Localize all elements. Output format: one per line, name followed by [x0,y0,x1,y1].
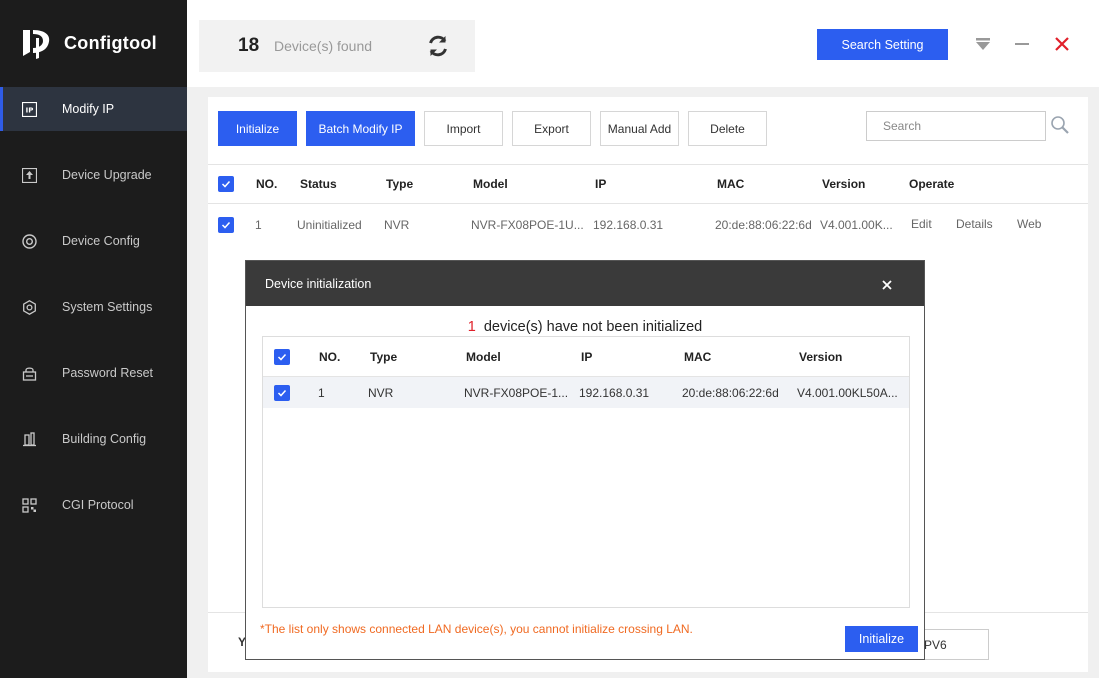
dialog-title: Device initialization [265,277,372,291]
dialog-col-ip: IP [581,349,593,364]
row-ip: 192.168.0.31 [593,218,664,232]
building-icon [21,431,37,447]
col-ip: IP [595,177,607,191]
initialize-button[interactable]: Initialize [218,111,297,146]
sidebar-item-label: Building Config [62,432,147,446]
sidebar-item-device-config[interactable]: Device Config [0,219,187,263]
col-type: Type [386,177,414,191]
table-row[interactable]: 1 Uninitialized NVR NVR-FX08POE-1U... 19… [208,205,1088,245]
col-operate: Operate [909,177,955,191]
upgrade-icon [21,167,37,183]
svg-text:IP: IP [25,106,33,114]
sidebar-item-label: System Settings [62,300,153,314]
devices-found-box: 18 Device(s) found [199,20,475,72]
dialog-lan-note: *The list only shows connected LAN devic… [260,622,693,636]
sidebar-item-device-upgrade[interactable]: Device Upgrade [0,153,187,197]
ipv6-select[interactable]: PV6 [919,629,989,660]
sidebar-item-label: Password Reset [62,366,154,380]
sidebar-item-password-reset[interactable]: Password Reset [0,351,187,395]
config-icon [21,233,37,249]
device-initialization-dialog: Device initialization 1 device(s) have no… [245,260,925,660]
row-mac: 20:de:88:06:22:6d [715,218,812,232]
col-model: Model [473,177,508,191]
app-logo: Configtool [20,26,157,60]
dialog-col-type: Type [370,349,398,364]
dialog-col-model: Model [466,349,501,364]
dialog-header: Device initialization [246,261,924,306]
dialog-row-mac: 20:de:88:06:22:6d [682,385,779,400]
row-model: NVR-FX08POE-1U... [471,218,584,232]
sidebar-item-modify-ip[interactable]: IP Modify IP [0,87,187,131]
web-link[interactable]: Web [1017,204,1041,244]
sidebar-item-label: Device Upgrade [62,168,152,182]
dialog-row-model: NVR-FX08POE-1... [464,385,569,400]
dialog-row-checkbox[interactable] [274,384,290,401]
dropdown-menu-icon[interactable] [973,34,993,54]
dialog-row-ip: 192.168.0.31 [579,385,650,400]
sidebar-item-building-config[interactable]: Building Config [0,417,187,461]
dialog-table-row[interactable]: 1 NVR NVR-FX08POE-1... 192.168.0.31 20:d… [263,377,909,408]
batch-modify-ip-button[interactable]: Batch Modify IP [306,111,415,146]
logo-icon [20,26,54,60]
sidebar: Configtool IP Modify IP Device Upgrade D… [0,0,187,678]
dialog-row-version: V4.001.00KL50A... [797,385,898,400]
uninitialized-count: 1 [467,319,476,335]
sidebar-item-label: Modify IP [62,102,115,116]
sidebar-item-label: CGI Protocol [62,498,134,512]
dialog-message: 1 device(s) have not been initialized [246,319,924,335]
sidebar-item-system-settings[interactable]: System Settings [0,285,187,329]
col-mac: MAC [717,177,745,191]
row-version: V4.001.00K... [820,218,893,232]
row-type: NVR [384,218,410,232]
device-count-label: Device(s) found [274,38,373,54]
sidebar-item-label: Device Config [62,234,140,248]
cgi-icon [21,497,37,513]
close-icon[interactable] [1052,34,1072,54]
dialog-message-text: device(s) have not been initialized [483,319,703,335]
delete-button[interactable]: Delete [688,111,767,146]
dialog-close-icon[interactable] [880,278,894,292]
search-input[interactable] [866,111,1046,141]
sidebar-item-cgi-protocol[interactable]: CGI Protocol [0,483,187,527]
dialog-table-header: NO. Type Model IP MAC Version [263,337,909,377]
col-no: NO. [256,177,278,191]
dialog-select-all-checkbox[interactable] [274,348,290,365]
select-all-checkbox[interactable] [218,176,234,192]
ip-icon: IP [21,101,37,117]
dialog-col-no: NO. [319,349,341,364]
dialog-row-no: 1 [318,385,325,400]
dialog-device-table: NO. Type Model IP MAC Version 1 NVR NVR-… [262,336,910,608]
row-no: 1 [255,218,262,232]
device-count: 18 [238,35,260,56]
app-title: Configtool [64,32,157,53]
minimize-icon[interactable] [1012,34,1032,54]
search-setting-button[interactable]: Search Setting [817,29,948,60]
row-status: Uninitialized [297,218,362,232]
col-status: Status [300,177,337,191]
dialog-initialize-button[interactable]: Initialize [845,626,918,652]
top-bar: 18 Device(s) found Search Setting [187,0,1099,87]
ipv6-label: PV6 [924,637,947,652]
refresh-icon[interactable] [425,33,451,59]
settings-icon [21,299,37,315]
dialog-row-type: NVR [368,385,394,400]
dialog-col-mac: MAC [684,349,712,364]
manual-add-button[interactable]: Manual Add [600,111,679,146]
export-button[interactable]: Export [512,111,591,146]
edit-link[interactable]: Edit [911,204,932,244]
search-icon[interactable] [1050,115,1070,135]
col-version: Version [822,177,866,191]
dialog-col-version: Version [799,349,843,364]
table-header: NO. Status Type Model IP MAC Version Ope… [208,164,1088,204]
password-reset-icon [21,365,37,381]
import-button[interactable]: Import [424,111,503,146]
details-link[interactable]: Details [956,204,993,244]
row-checkbox[interactable] [218,217,234,233]
